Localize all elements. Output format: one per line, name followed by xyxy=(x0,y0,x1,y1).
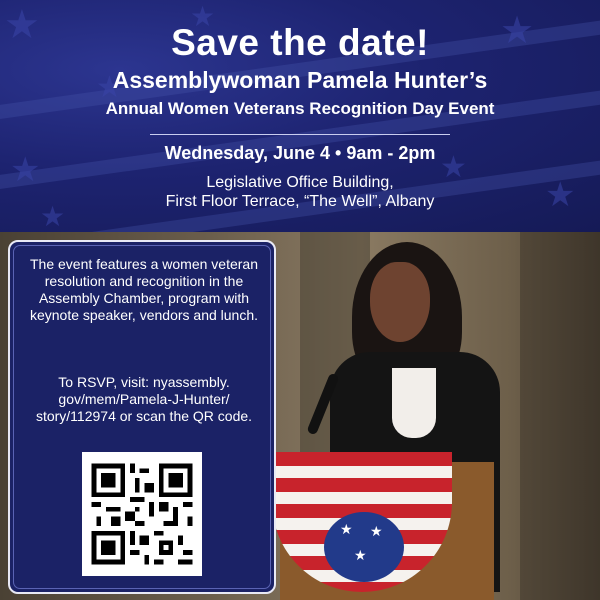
event-name: Annual Women Veterans Recognition Day Ev… xyxy=(105,99,495,118)
divider xyxy=(150,134,450,135)
star-icon: ★ xyxy=(370,524,383,540)
star-icon: ★ xyxy=(354,548,367,564)
bunting-star-field: ★ ★ ★ xyxy=(324,512,404,582)
speaker-face xyxy=(370,262,430,342)
event-flyer: ★ ★ ★ ★ ★ ★ ★ ★ ★ ★ ★ Save the date! Ass… xyxy=(0,0,600,600)
marble-column xyxy=(520,232,600,600)
headline: Save the date! xyxy=(171,22,429,63)
event-location-line1: Legislative Office Building, xyxy=(206,174,394,191)
star-icon: ★ xyxy=(340,522,353,538)
qr-code-icon[interactable] xyxy=(82,452,202,576)
rsvp-text[interactable]: To RSVP, visit: nyassembly. gov/mem/Pame… xyxy=(24,374,264,425)
host-name: Assemblywoman Pamela Hunter’s xyxy=(112,67,488,93)
speaker-shirt xyxy=(392,368,436,438)
event-location-line2: First Floor Terrace, “The Well”, Albany xyxy=(165,193,435,210)
info-card: The event features a women veteran resol… xyxy=(8,240,276,594)
event-description: The event features a women veteran resol… xyxy=(29,256,259,323)
event-datetime: Wednesday, June 4 • 9am - 2pm xyxy=(164,143,436,163)
